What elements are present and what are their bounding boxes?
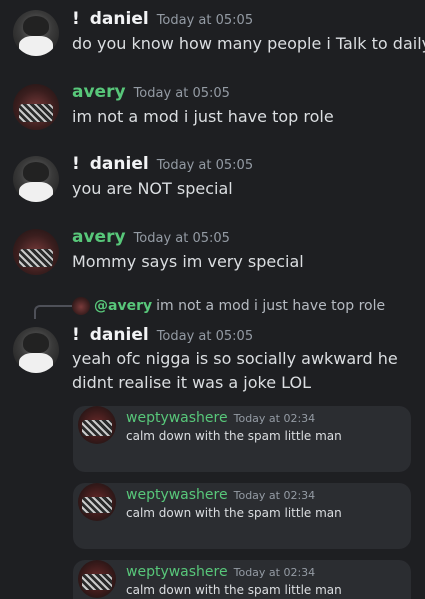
message-text: im not a mod i just have top role	[72, 107, 334, 126]
embed-card[interactable]: weptywashere Today at 02:34 calm down wit…	[73, 483, 411, 549]
message-header: ! daniel Today at 05:05	[72, 9, 253, 29]
username[interactable]: avery	[72, 227, 126, 247]
avatar[interactable]	[78, 483, 116, 521]
embed-card[interactable]: weptywashere Today at 02:34 calm down wit…	[73, 560, 411, 599]
avatar[interactable]	[13, 229, 59, 275]
username[interactable]: daniel	[90, 9, 149, 29]
embed-header: weptywashere Today at 02:34	[126, 407, 315, 426]
username[interactable]: avery	[72, 82, 126, 102]
embed-text: calm down with the spam little man	[126, 583, 342, 597]
chat-log: ! daniel Today at 05:05 do you know how ma…	[0, 0, 425, 599]
message-header: avery Today at 05:05	[72, 82, 230, 102]
username[interactable]: weptywashere	[126, 410, 228, 426]
embed-card[interactable]: weptywashere Today at 02:34 calm down wit…	[73, 406, 411, 472]
timestamp: Today at 02:34	[233, 489, 316, 502]
message-header: ! daniel Today at 05:05	[72, 325, 253, 345]
embed-header: weptywashere Today at 02:34	[126, 484, 315, 503]
reply-connector	[34, 305, 72, 319]
avatar[interactable]	[13, 156, 59, 202]
role-badge: !	[72, 9, 80, 29]
reply-username[interactable]: @avery	[94, 298, 152, 314]
embed-text: calm down with the spam little man	[126, 429, 342, 443]
role-badge: !	[72, 325, 80, 345]
message-text: yeah ofc nigga is so socially awkward he	[72, 349, 398, 368]
timestamp: Today at 05:05	[156, 329, 254, 344]
embed-text: calm down with the spam little man	[126, 506, 342, 520]
embed-header: weptywashere Today at 02:34	[126, 561, 315, 580]
message-text: you are NOT special	[72, 179, 233, 198]
message-header: ! daniel Today at 05:05	[72, 154, 253, 174]
timestamp: Today at 05:05	[133, 231, 230, 246]
username[interactable]: daniel	[90, 154, 149, 174]
timestamp: Today at 02:34	[233, 566, 316, 579]
username[interactable]: weptywashere	[126, 487, 228, 503]
timestamp: Today at 02:34	[233, 412, 316, 425]
username[interactable]: weptywashere	[126, 564, 228, 580]
role-badge: !	[72, 154, 80, 174]
message-text: Mommy says im very special	[72, 252, 304, 271]
timestamp: Today at 05:05	[133, 86, 230, 101]
timestamp: Today at 05:05	[156, 158, 254, 173]
avatar[interactable]	[13, 327, 59, 373]
message-header: avery Today at 05:05	[72, 227, 230, 247]
reply-avatar	[72, 297, 90, 315]
username[interactable]: daniel	[90, 325, 149, 345]
avatar[interactable]	[13, 84, 59, 130]
message-text: didnt realise it was a joke LOL	[72, 373, 312, 392]
avatar[interactable]	[78, 560, 116, 598]
reply-text: im not a mod i just have top role	[156, 298, 386, 314]
reply-preview[interactable]: @avery im not a mod i just have top role	[72, 297, 385, 315]
message-text: do you know how many people i Talk to da…	[72, 34, 425, 53]
avatar[interactable]	[13, 10, 59, 56]
avatar[interactable]	[78, 406, 116, 444]
timestamp: Today at 05:05	[156, 13, 254, 28]
